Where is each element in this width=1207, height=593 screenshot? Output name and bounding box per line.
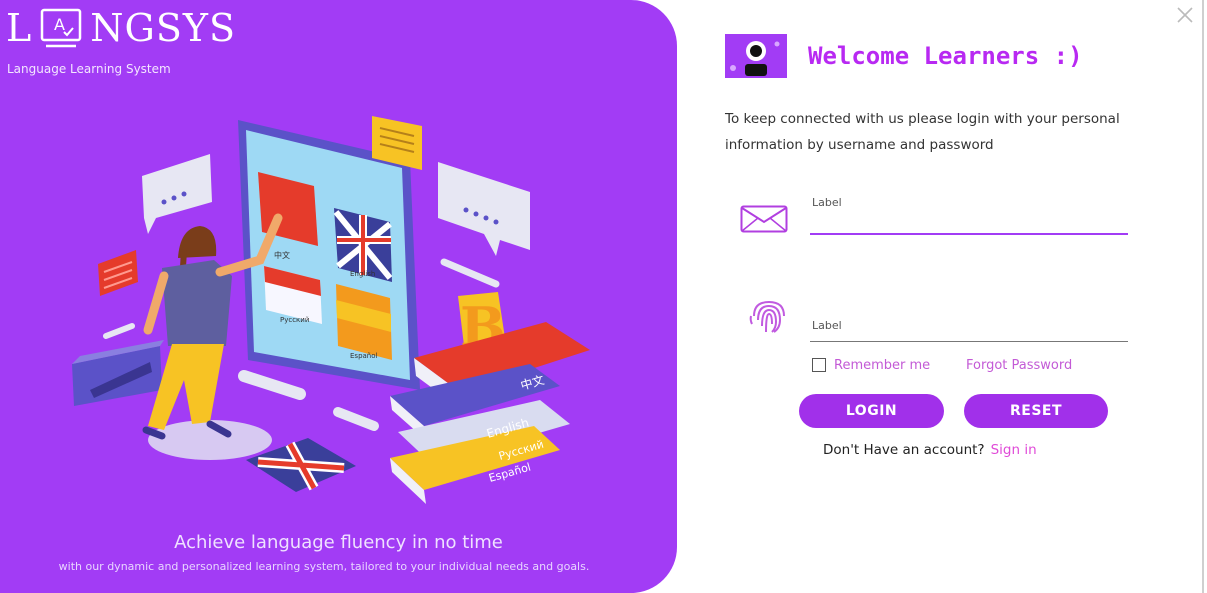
tagline: Language Learning System	[7, 62, 171, 76]
window-border	[1202, 0, 1204, 593]
card-label-spanish: Español	[350, 352, 378, 360]
welcome-title: Welcome Learners :)	[808, 42, 1083, 70]
avatar-icon	[725, 34, 787, 78]
login-button[interactable]: LOGIN	[799, 394, 944, 428]
mail-icon	[740, 205, 788, 233]
logo-prefix: L	[6, 6, 33, 50]
svg-text:A: A	[54, 15, 66, 34]
username-label: Label	[812, 196, 842, 209]
hero-headline: Achieve language fluency in no time	[174, 532, 503, 553]
book-stack: 中文 English Русский Español	[390, 322, 590, 504]
chat-bubble-left-icon	[142, 154, 212, 234]
logo-translate-icon: A	[40, 8, 82, 48]
app-logo: L A NGSYS	[6, 6, 236, 50]
chat-bubble-right-icon	[438, 162, 530, 256]
remember-me-checkbox[interactable]	[812, 358, 826, 372]
password-label: Label	[812, 319, 842, 332]
no-account-text: Don't Have an account? Sign in	[823, 442, 1037, 458]
fingerprint-icon	[749, 300, 785, 333]
card-label-russian: Русский	[280, 316, 309, 324]
language-learning-illustration: 中文 English Русский Español B 中文 English …	[72, 116, 590, 504]
username-input[interactable]	[810, 233, 1128, 235]
reset-button[interactable]: RESET	[964, 394, 1108, 428]
letter-block-z	[72, 340, 164, 406]
forgot-password-link[interactable]: Forgot Password	[966, 358, 1072, 373]
sign-in-link[interactable]: Sign in	[991, 442, 1037, 458]
card-label-english: English	[350, 270, 375, 278]
note-card-red-icon	[98, 250, 138, 296]
logo-suffix: NGSYS	[90, 6, 236, 50]
hero-panel: L A NGSYS Language Learning System 中文 En…	[0, 0, 677, 593]
remember-me-label[interactable]: Remember me	[834, 358, 930, 373]
card-label-chinese: 中文	[274, 250, 290, 260]
close-icon[interactable]	[1176, 6, 1194, 24]
login-description: To keep connected with us please login w…	[725, 111, 1120, 153]
hero-subline: with our dynamic and personalized learni…	[58, 560, 590, 573]
no-account-label: Don't Have an account?	[823, 442, 985, 458]
password-input[interactable]	[810, 341, 1128, 342]
